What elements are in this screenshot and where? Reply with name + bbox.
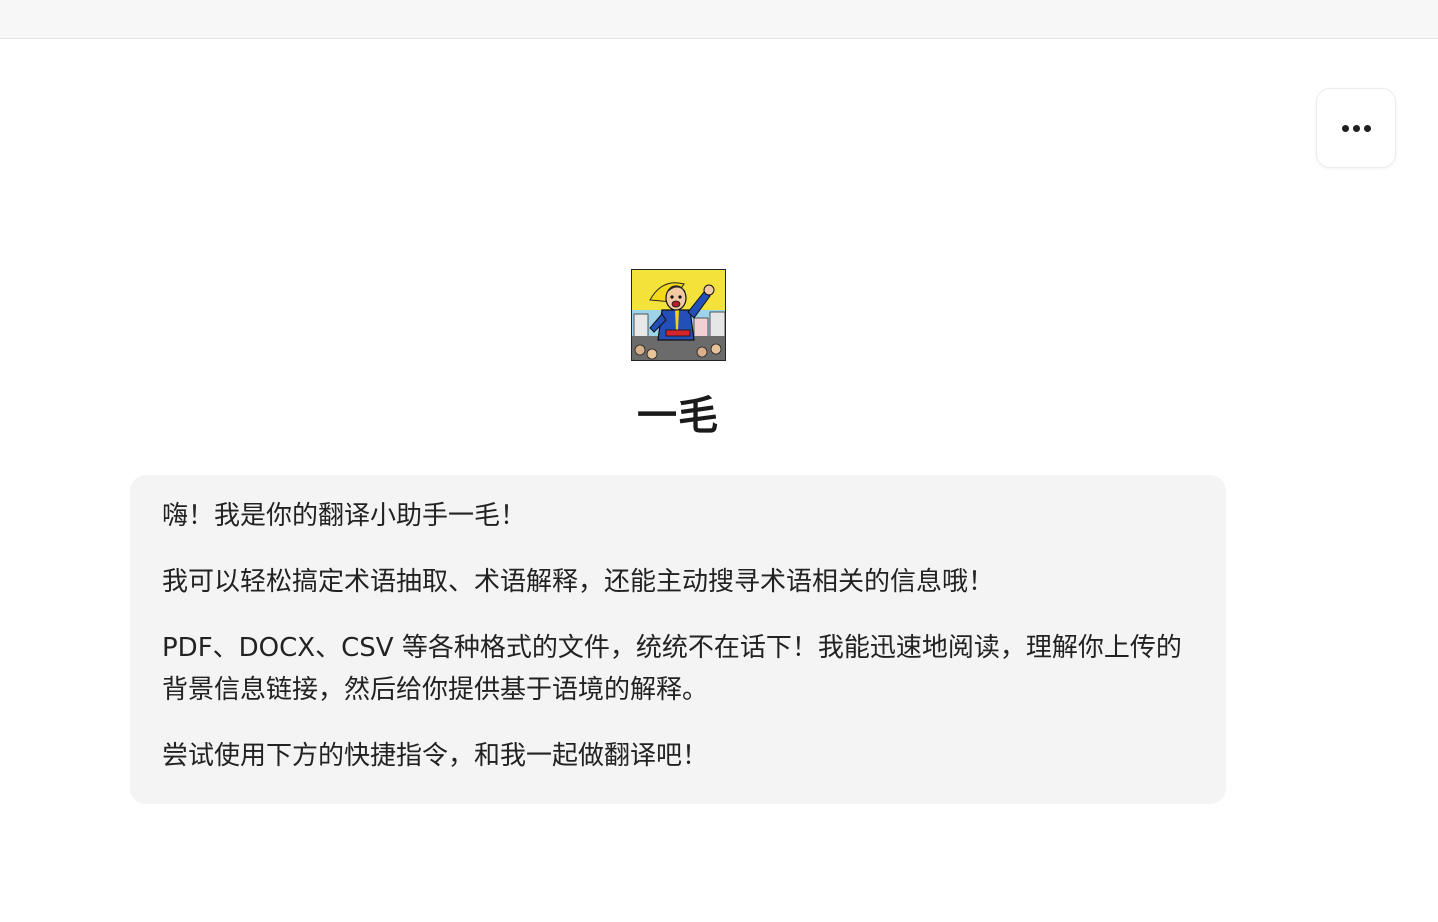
welcome-message-card: 嗨！我是你的翻译小助手一毛！ 我可以轻松搞定术语抽取、术语解释，还能主动搜寻术语… — [130, 475, 1226, 804]
welcome-paragraph: 尝试使用下方的快捷指令，和我一起做翻译吧！ — [162, 741, 709, 771]
welcome-paragraph: 嗨！我是你的翻译小助手一毛！ — [162, 501, 527, 531]
more-horizontal-icon — [1341, 124, 1371, 132]
bot-avatar — [631, 269, 726, 361]
welcome-paragraph: PDF、DOCX、CSV 等各种格式的文件，统统不在话下！我能迅速地阅读，理解你… — [162, 633, 1182, 705]
bot-name: 一毛 — [637, 393, 719, 439]
top-bar — [0, 0, 1438, 39]
more-options-button[interactable] — [1316, 88, 1396, 168]
welcome-paragraph: 我可以轻松搞定术语抽取、术语解释，还能主动搜寻术语相关的信息哦！ — [162, 567, 995, 597]
